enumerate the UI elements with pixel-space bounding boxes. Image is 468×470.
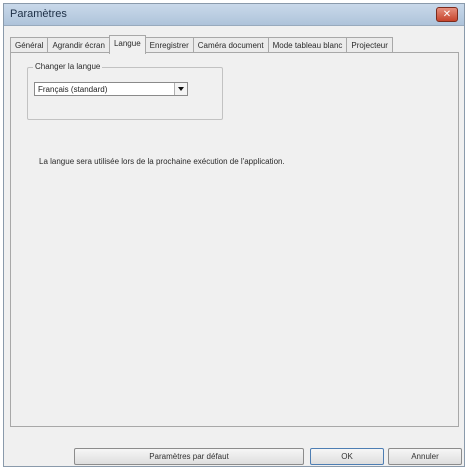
- cancel-button[interactable]: Annuler: [388, 448, 462, 465]
- ok-button[interactable]: OK: [310, 448, 384, 465]
- change-language-group: Changer la langue Français (standard): [27, 62, 223, 120]
- tab-general[interactable]: Général: [10, 37, 49, 53]
- tab-document-camera[interactable]: Caméra document: [192, 37, 269, 53]
- selected-language: Français (standard): [38, 85, 108, 94]
- tab-record[interactable]: Enregistrer: [144, 37, 194, 53]
- chevron-down-icon: [178, 87, 184, 91]
- language-tab-panel: Changer la langue Français (standard) La…: [10, 52, 459, 427]
- default-settings-button[interactable]: Paramètres par défaut: [74, 448, 304, 465]
- close-icon: ✕: [442, 8, 452, 20]
- tab-whiteboard-mode[interactable]: Mode tableau blanc: [267, 37, 348, 53]
- tab-strip: Général Agrandir écran Langue Enregistre…: [10, 35, 393, 54]
- language-select[interactable]: Français (standard): [34, 82, 188, 96]
- tab-enlarge-screen[interactable]: Agrandir écran: [47, 37, 110, 53]
- tab-language[interactable]: Langue: [108, 35, 146, 54]
- title-bar[interactable]: Paramètres ✕: [4, 4, 464, 26]
- close-button[interactable]: ✕: [436, 7, 458, 22]
- group-label: Changer la langue: [33, 62, 103, 71]
- window-title: Paramètres: [10, 8, 67, 20]
- dropdown-button[interactable]: [174, 83, 187, 95]
- language-info-text: La langue sera utilisée lors de la proch…: [39, 157, 285, 166]
- settings-dialog: Paramètres ✕ Général Agrandir écran Lang…: [3, 3, 465, 467]
- tab-projector[interactable]: Projecteur: [346, 37, 393, 53]
